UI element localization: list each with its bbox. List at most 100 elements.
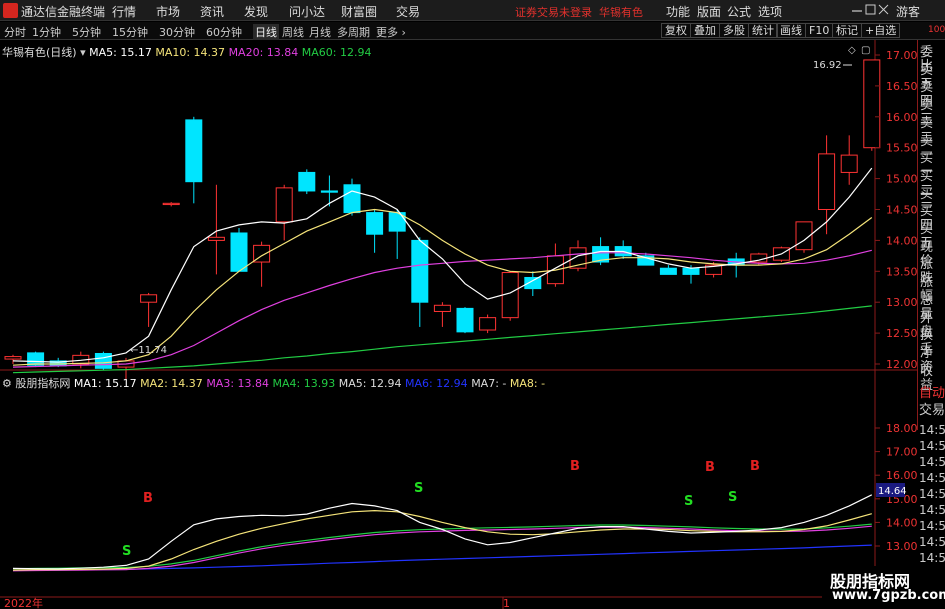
- candle-body: [207, 236, 225, 241]
- gear-icon[interactable]: ⚙: [2, 377, 12, 390]
- candle-body: [682, 267, 700, 275]
- menu-discover[interactable]: 发现: [244, 3, 268, 20]
- sub-tick-label: 13.00: [886, 540, 917, 553]
- side-time: 14:56: [919, 487, 945, 501]
- side-time: 14:56: [919, 471, 945, 485]
- candle: [795, 221, 813, 253]
- side-time: 14:56: [919, 535, 945, 549]
- price-tick-label: 14.50: [886, 204, 917, 217]
- period-15min[interactable]: 15分钟: [112, 24, 148, 40]
- menu-options[interactable]: 选项: [758, 3, 782, 20]
- candle: [298, 169, 316, 195]
- tool-draw[interactable]: 画线: [776, 23, 806, 38]
- period-daily[interactable]: 日线: [253, 24, 279, 40]
- side-lower-label[interactable]: 交易: [919, 404, 945, 418]
- price-tick-label: 13.00: [886, 296, 917, 309]
- app-window: 通达信金融终端 行情 市场 资讯 发现 问小达 财富圈 交易 证券交易未登录 华…: [0, 0, 945, 609]
- tool-multi-stock[interactable]: 多股: [719, 23, 749, 38]
- login-notice[interactable]: 证券交易未登录 华锡有色: [515, 4, 643, 20]
- period-weekly[interactable]: 周线: [282, 24, 304, 40]
- tool-f10[interactable]: F10: [805, 23, 834, 38]
- period-5min[interactable]: 5分钟: [72, 24, 101, 40]
- tool-overlay[interactable]: 叠加: [690, 23, 720, 38]
- side-time: 14:56: [919, 439, 945, 453]
- tool-stats[interactable]: 统计: [748, 23, 778, 38]
- window-controls: [852, 4, 889, 15]
- axis-unit: 1000: [928, 25, 945, 35]
- candle-body: [162, 202, 180, 206]
- legend-sub-ma1: MA1: 15.17: [73, 377, 137, 390]
- candle-body: [863, 59, 881, 149]
- candle-body: [320, 190, 338, 193]
- candle-body: [411, 239, 429, 303]
- price-tick-label: 13.50: [886, 265, 917, 278]
- menu-news[interactable]: 资讯: [200, 3, 224, 20]
- candle: [94, 351, 112, 371]
- main-legend: 华锡有色(日线) ▾ MA5: 15.17 MA10: 14.37 MA20: …: [2, 46, 372, 59]
- legend-sub-ma2: MA2: 14.37: [140, 377, 203, 390]
- menu-layout[interactable]: 版面: [697, 3, 721, 20]
- signal-buy: B: [705, 460, 715, 475]
- candle: [479, 314, 497, 334]
- period-intraday[interactable]: 分时: [4, 24, 26, 40]
- tool-add-watch[interactable]: +自选: [861, 23, 901, 38]
- time-label-year: 2022年: [4, 596, 43, 609]
- maximize-icon[interactable]: [865, 4, 876, 15]
- menu-formula[interactable]: 公式: [727, 3, 751, 20]
- price-tick-label: 15.50: [886, 142, 917, 155]
- period-more[interactable]: 更多 ›: [376, 24, 406, 40]
- candle-body: [275, 187, 293, 223]
- chart-area[interactable]: 17.00 16.50 16.00 15.50 15.00 14.50 14.00 13.50…: [0, 40, 917, 609]
- candle-body: [479, 317, 497, 331]
- guest-label[interactable]: 游客: [896, 3, 920, 20]
- candle: [863, 59, 881, 151]
- legend-sub-ma4: MA4: 13.93: [272, 377, 336, 390]
- price-tick-label: 16.50: [886, 80, 917, 93]
- period-bar: 分时 1分钟 5分钟 15分钟 30分钟 60分钟 日线 周线 月线 多周期 更…: [0, 22, 945, 40]
- period-multi[interactable]: 多周期: [337, 24, 370, 40]
- sub-tick-label: 18.00: [886, 422, 917, 435]
- candle-body: [298, 171, 316, 192]
- menu-trade[interactable]: 交易: [396, 3, 420, 20]
- candle: [456, 307, 474, 334]
- legend-sub-ma6: MA6: 12.94: [404, 377, 468, 390]
- side-time: 14:56: [919, 423, 945, 437]
- menu-function[interactable]: 功能: [666, 3, 690, 20]
- candle-body: [501, 272, 519, 319]
- legend-sub-ma8: MA8: -: [509, 377, 546, 390]
- menu-wenxiaoda[interactable]: 问小达: [289, 3, 325, 20]
- tool-adjust[interactable]: 复权: [661, 23, 691, 38]
- menu-quotes[interactable]: 行情: [112, 3, 136, 20]
- signal-buy: B: [750, 459, 760, 474]
- dropdown-icon[interactable]: ▾: [80, 46, 86, 59]
- candle-body: [185, 119, 203, 183]
- legend-ma5: MA5: 15.17: [89, 46, 152, 59]
- side-time: 14:56: [919, 551, 945, 565]
- side-time: 14:56: [919, 519, 945, 533]
- legend-sub-ma3: MA3: 13.84: [206, 377, 270, 390]
- tool-mark[interactable]: 标记: [832, 23, 862, 38]
- legend-sub-ma7: MA7: -: [471, 377, 507, 390]
- legend-ma20: MA20: 13.84: [228, 46, 299, 59]
- candle-body: [27, 352, 45, 366]
- quote-side-panel: 委比 卖五 卖四 卖三 卖二 卖一 买一 买二 买三 买四 买五 现价 涨跌 涨幅 总量 外盘 换手 净资 收益: [917, 40, 945, 430]
- period-monthly[interactable]: 月线: [309, 24, 331, 40]
- app-title: 通达信金融终端: [21, 5, 106, 19]
- app-logo-icon: [3, 3, 18, 18]
- candle-body: [818, 153, 836, 210]
- candle-body: [659, 267, 677, 275]
- menu-market[interactable]: 市场: [156, 3, 180, 20]
- period-60min[interactable]: 60分钟: [206, 24, 242, 40]
- watermark-url: www.7gpzb.com: [832, 588, 945, 603]
- diamond-icon[interactable]: ◇: [848, 45, 856, 56]
- signal-buy: B: [570, 459, 580, 474]
- price-tick-label: 12.00: [886, 358, 917, 371]
- period-1min[interactable]: 1分钟: [32, 24, 61, 40]
- legend-ma10: MA10: 14.37: [155, 46, 226, 59]
- candle-body: [230, 232, 248, 272]
- side-lower-label[interactable]: 自动: [919, 387, 945, 401]
- period-30min[interactable]: 30分钟: [159, 24, 195, 40]
- high-annotation: 16.92: [813, 60, 842, 71]
- menu-wealth-circle[interactable]: 财富圈: [341, 3, 377, 20]
- pin-icon[interactable]: ▢: [861, 45, 870, 56]
